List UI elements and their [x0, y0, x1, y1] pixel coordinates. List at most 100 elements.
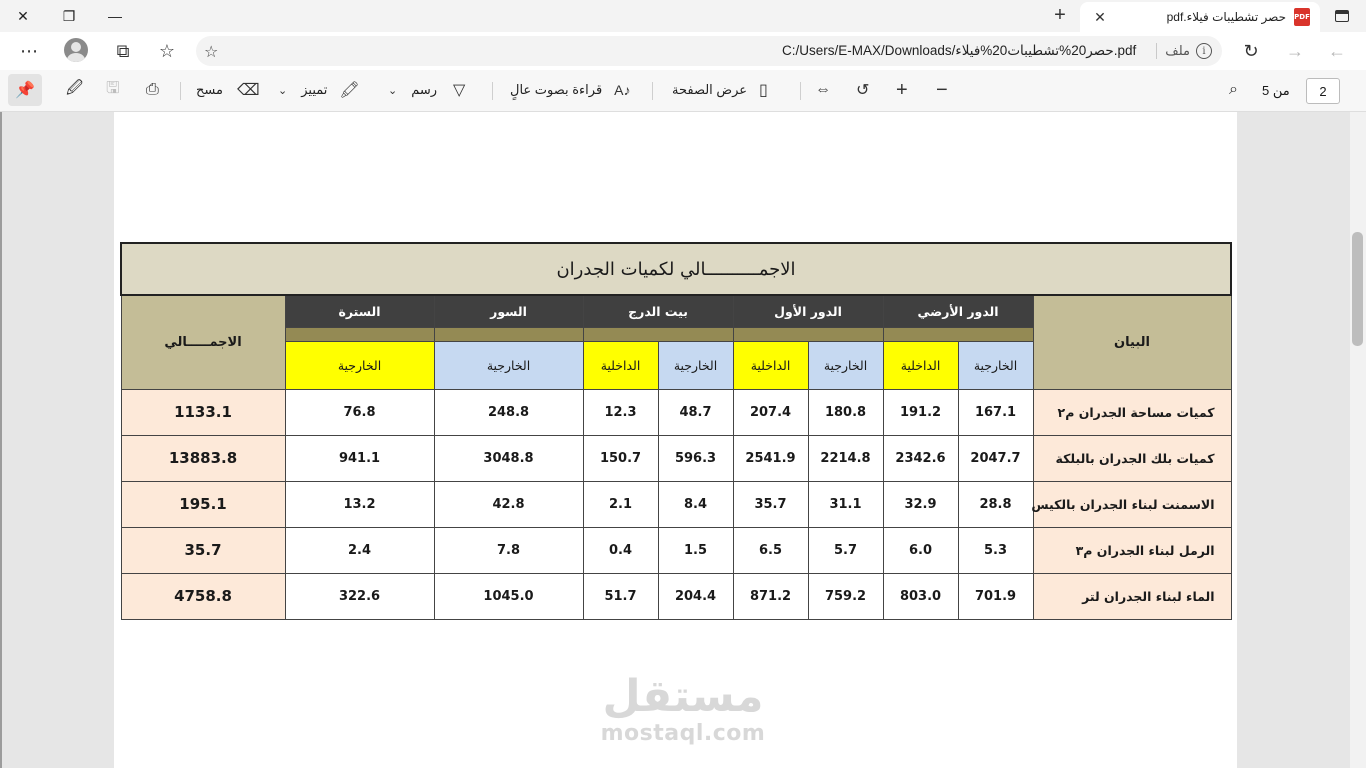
info-icon[interactable]: i [1196, 43, 1212, 59]
watermark-latin: mostaql.com [600, 721, 766, 746]
pin-toolbar-icon[interactable]: 📌 [8, 74, 42, 106]
address-separator [1156, 43, 1158, 59]
group-parapet: السترة [284, 294, 435, 328]
minimize-window-button[interactable]: — [92, 0, 138, 32]
draw-button[interactable]: ⌄ رسم ▽ [388, 78, 465, 102]
olive-band [433, 326, 584, 342]
page-count: من 5 [1262, 83, 1290, 98]
more-options-icon[interactable]: ⋯ [14, 37, 44, 65]
rotate-icon[interactable]: ↺ [856, 78, 869, 102]
value-cell: 191.2 [882, 388, 959, 436]
url-text[interactable]: C:/Users/E-MAX/Downloads/حصر20%تشطيبات20… [782, 43, 1136, 59]
table-row: الاسمنت لبناء الجدران بالكيس 28.8 32.9 31.1… [120, 480, 1232, 528]
value-cell: 3048.8 [433, 434, 584, 482]
value-cell: 5.7 [807, 526, 884, 574]
address-file-label: ملف [1165, 43, 1190, 58]
value-cell: 51.7 [582, 572, 659, 620]
value-cell: 13.2 [284, 480, 435, 528]
olive-band [582, 326, 734, 342]
olive-band [732, 326, 884, 342]
new-tab-button[interactable]: + [1046, 4, 1074, 28]
value-cell: 204.4 [657, 572, 734, 620]
value-cell: 42.8 [433, 480, 584, 528]
read-aloud-label: قراءة بصوت عالٍ [510, 82, 603, 97]
value-cell: 701.9 [957, 572, 1034, 620]
title-bar: ✕ ❐ — + PDF حصر تشطيبات فيلاء.pdf ✕ [0, 0, 1366, 32]
zoom-in-icon[interactable]: + [896, 78, 908, 102]
save-as-icon[interactable]: 🖉 [66, 78, 83, 102]
row-label: الماء لبناء الجدران لتر [1032, 572, 1232, 620]
table-title: الاجمــــــــــالي لكميات الجدران [119, 242, 1233, 296]
value-cell: 2047.7 [957, 434, 1034, 482]
draw-label: رسم [411, 82, 438, 97]
favorites-icon[interactable]: ☆ [152, 37, 182, 65]
tab-close-icon[interactable]: ✕ [1090, 9, 1110, 26]
watermark: مستقل mostaql.com [598, 672, 768, 746]
value-cell: 35.7 [732, 480, 809, 528]
page-view-icon: ▯ [759, 82, 768, 99]
forward-icon[interactable]: → [1280, 37, 1310, 65]
table-row: الماء لبناء الجدران لتر 701.9 803.0 759.2 87… [120, 572, 1232, 620]
read-aloud-button[interactable]: قراءة بصوت عالٍ A♪ [510, 78, 631, 102]
sub-external: الخارجية [284, 340, 435, 390]
olive-band [882, 326, 1034, 342]
chevron-down-icon[interactable]: ⌄ [278, 84, 287, 97]
collections-icon[interactable]: ⧉ [108, 37, 138, 65]
value-cell: 0.4 [582, 526, 659, 574]
read-aloud-icon: A♪ [614, 82, 631, 98]
value-cell: 207.4 [732, 388, 809, 436]
restore-window-button[interactable]: ❐ [46, 0, 92, 32]
group-first-floor: الدور الأول [732, 294, 884, 328]
value-cell: 7.8 [433, 526, 584, 574]
refresh-icon[interactable]: ↻ [1236, 37, 1266, 65]
value-cell: 32.9 [882, 480, 959, 528]
pen-icon: ▽ [453, 82, 466, 99]
sub-external: الخارجية [433, 340, 584, 390]
highlight-button[interactable]: ⌄ تمييز 🖍 [278, 78, 360, 102]
fit-width-icon[interactable]: ⇔ [815, 78, 831, 102]
fit-page-label: عرض الصفحة [672, 82, 748, 97]
table-row: كميات مساحة الجدران م٢ 167.1 191.2 180.8 207… [120, 388, 1232, 436]
value-cell: 6.5 [732, 526, 809, 574]
highlight-label: تمييز [301, 82, 328, 97]
group-ground-floor: الدور الأرضي [882, 294, 1034, 328]
page-number-input[interactable]: 2 [1306, 78, 1340, 104]
tab-actions-icon[interactable] [1332, 6, 1352, 26]
tab-pdf[interactable]: PDF حصر تشطيبات فيلاء.pdf ✕ [1080, 2, 1320, 32]
header-bayan: البيان [1032, 294, 1232, 390]
header-total: الاجمـــــالي [120, 294, 286, 390]
value-cell: 322.6 [284, 572, 435, 620]
sub-external: الخارجية [807, 340, 884, 390]
value-cell: 48.7 [657, 388, 734, 436]
print-icon[interactable]: ⎙ [146, 78, 159, 102]
value-cell: 2.1 [582, 480, 659, 528]
value-cell: 8.4 [657, 480, 734, 528]
value-cell: 76.8 [284, 388, 435, 436]
value-cell: 871.2 [732, 572, 809, 620]
value-cell: 2.4 [284, 526, 435, 574]
save-icon: 🖫 [106, 79, 120, 97]
value-cell: 167.1 [957, 388, 1034, 436]
address-bar[interactable]: i ملف C:/Users/E-MAX/Downloads/حصر20%تشط… [196, 36, 1222, 66]
avatar[interactable] [64, 38, 88, 62]
value-cell: 28.8 [957, 480, 1034, 528]
add-favorite-icon[interactable]: ☆ [204, 42, 218, 62]
row-total: 1133.1 [120, 388, 286, 436]
value-cell: 150.7 [582, 434, 659, 482]
row-total: 4758.8 [120, 572, 286, 620]
close-window-button[interactable]: ✕ [0, 0, 46, 32]
sub-internal: الداخلية [732, 340, 809, 390]
group-fence: السور [433, 294, 584, 328]
chevron-down-icon[interactable]: ⌄ [388, 84, 397, 97]
search-icon[interactable]: ⌕ [1229, 78, 1238, 102]
erase-button[interactable]: مسح ⌫ [196, 78, 260, 102]
vertical-scrollbar[interactable] [1350, 112, 1366, 768]
sub-external: الخارجية [957, 340, 1034, 390]
olive-band [284, 326, 435, 342]
fit-page-button[interactable]: عرض الصفحة ▯ [672, 78, 768, 102]
value-cell: 803.0 [882, 572, 959, 620]
scrollbar-thumb[interactable] [1352, 232, 1363, 346]
back-icon[interactable]: ← [1322, 37, 1352, 65]
value-cell: 2214.8 [807, 434, 884, 482]
zoom-out-icon[interactable]: − [936, 78, 948, 102]
